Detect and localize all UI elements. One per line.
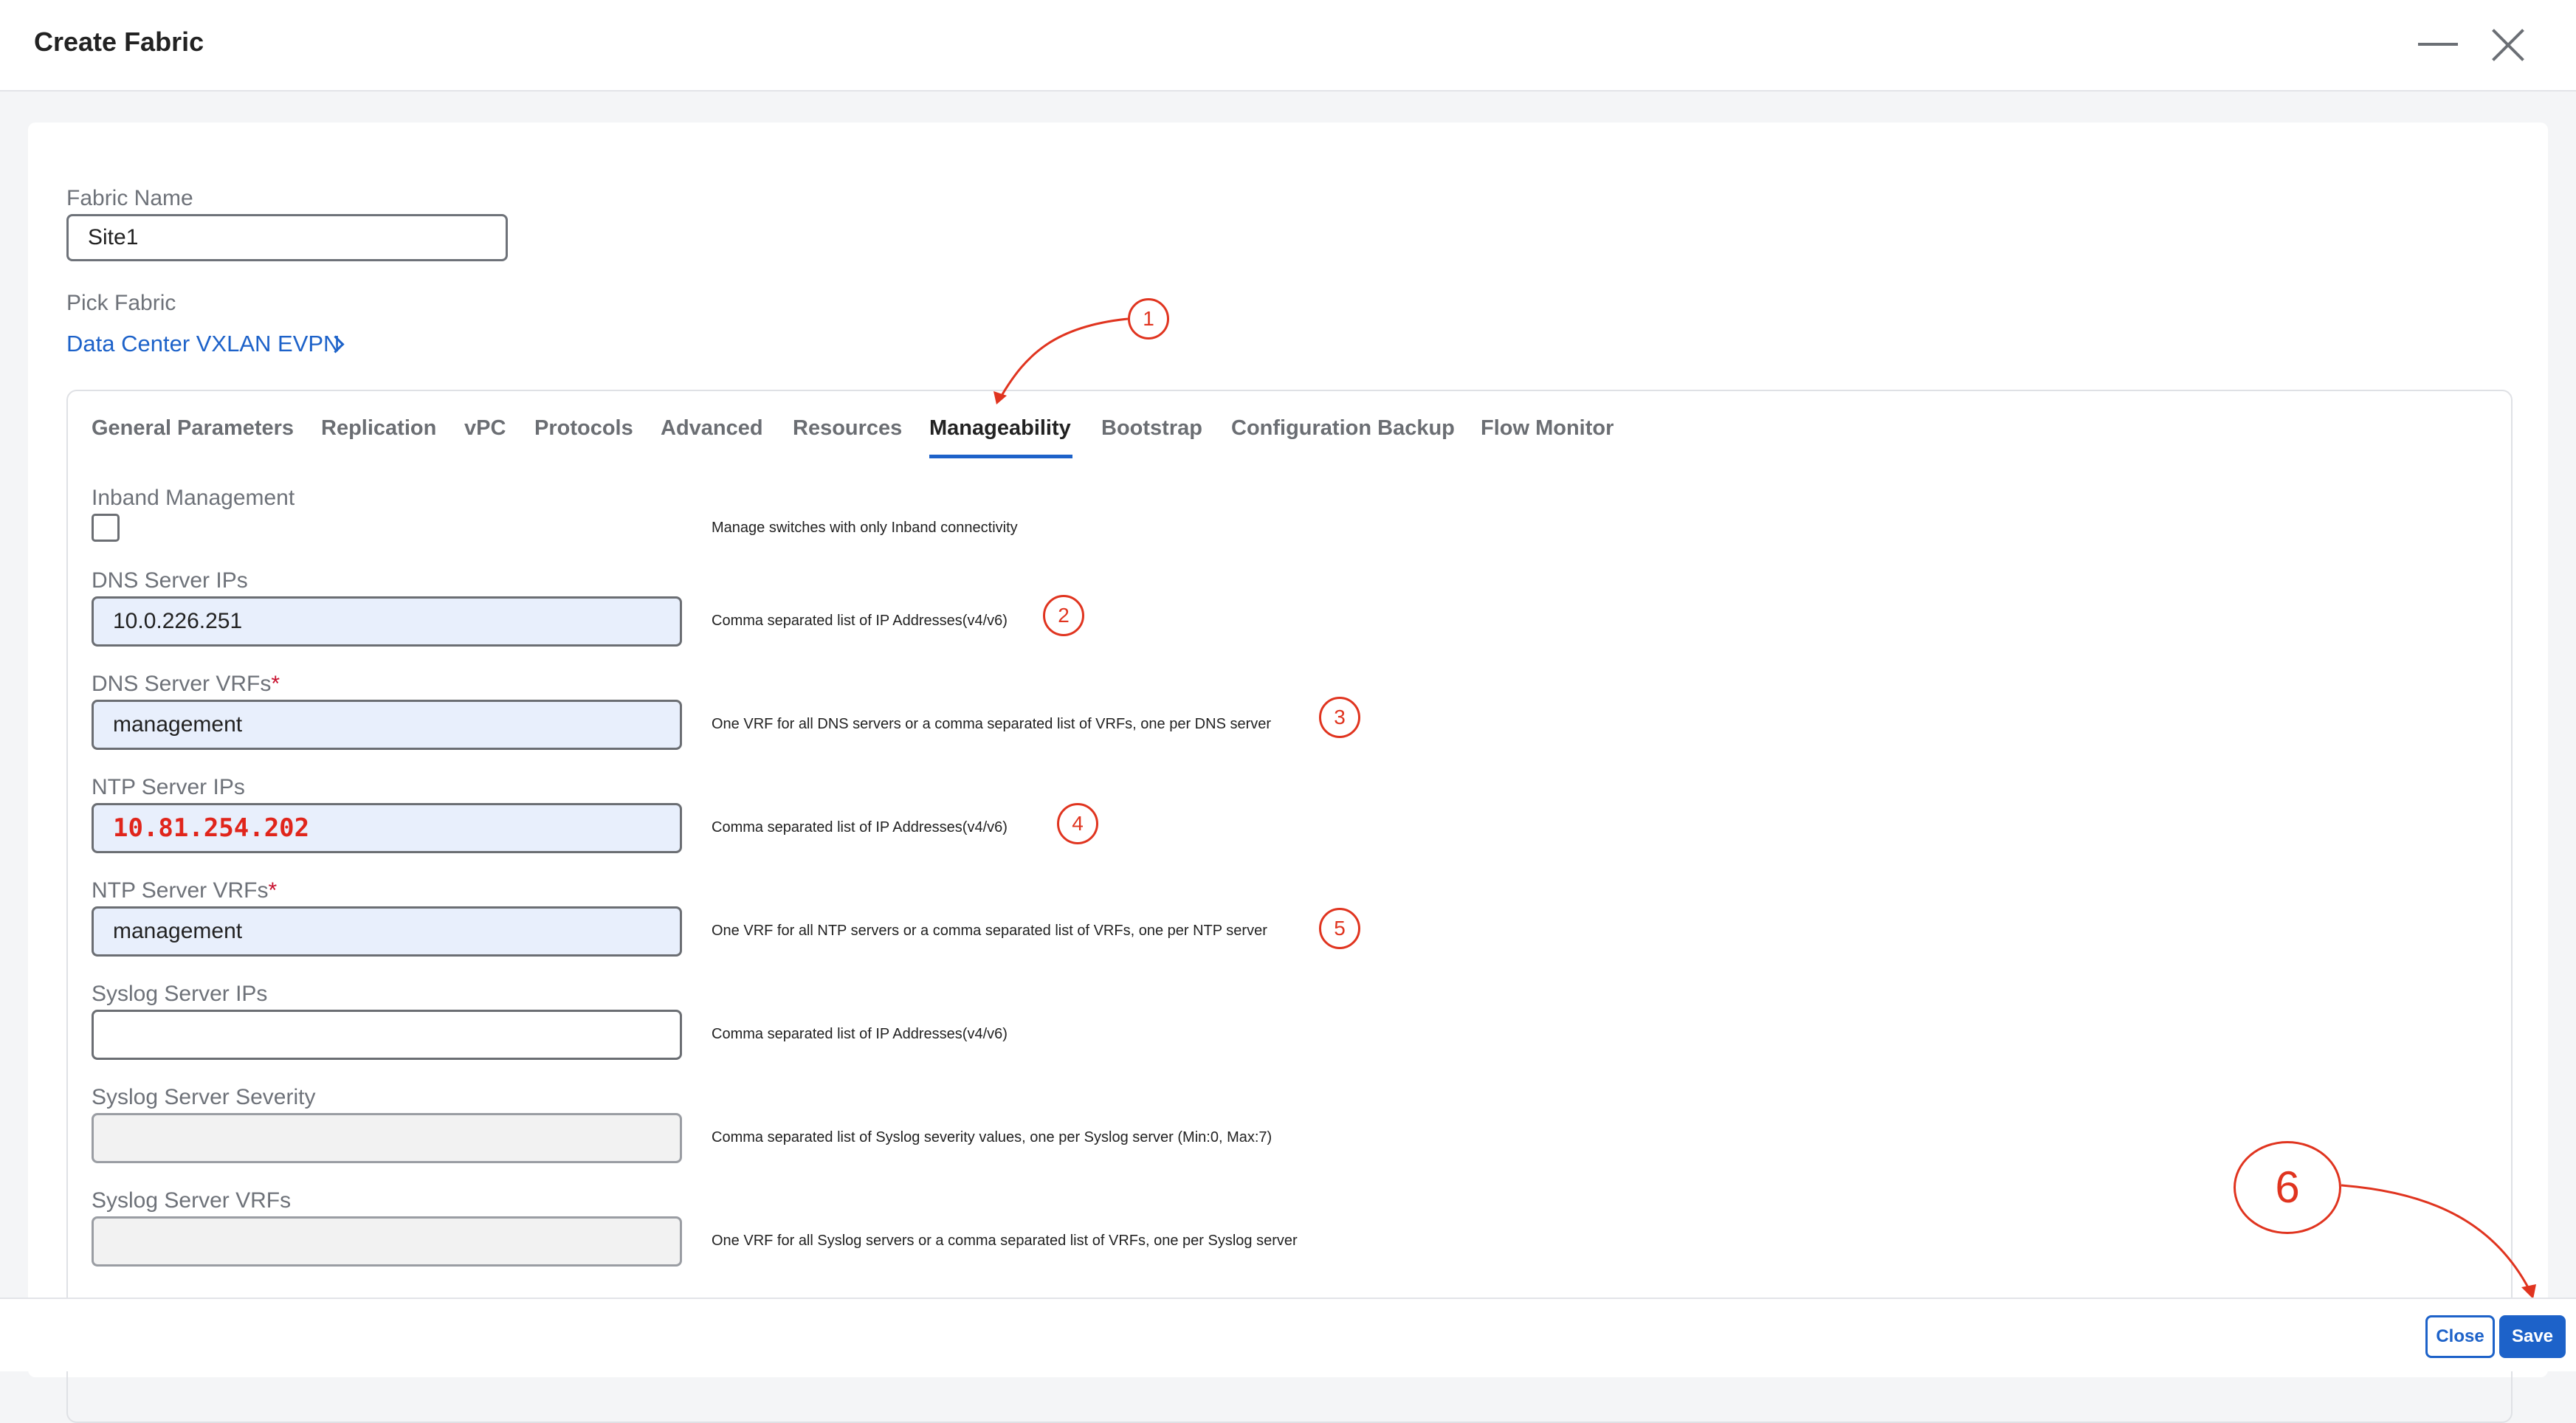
- pick-fabric-link[interactable]: Data Center VXLAN EVPN: [66, 331, 340, 357]
- save-button[interactable]: Save: [2499, 1315, 2566, 1358]
- ntp-server-vrfs-label: NTP Server VRFs*: [92, 878, 278, 903]
- tab-advanced[interactable]: Advanced: [661, 416, 763, 441]
- tab-replication[interactable]: Replication: [321, 416, 436, 441]
- annotation-badge: 3: [1319, 697, 1360, 738]
- pick-fabric-label: Pick Fabric: [66, 291, 176, 315]
- syslog-server-severity-input[interactable]: [92, 1113, 682, 1163]
- dialog-footer: [0, 1298, 2576, 1371]
- tab-manageability[interactable]: Manageability: [929, 416, 1071, 441]
- syslog-server-ips-label: Syslog Server IPs: [92, 982, 268, 1006]
- tab-vpc[interactable]: vPC: [464, 416, 506, 441]
- ntp-server-ips-label: NTP Server IPs: [92, 775, 245, 799]
- fabric-name-label: Fabric Name: [66, 186, 193, 210]
- dns-server-ips-label: DNS Server IPs: [92, 568, 248, 593]
- required-asterisk: *: [271, 672, 280, 696]
- annotation-badge: 1: [1128, 298, 1169, 340]
- dns-server-vrfs-input[interactable]: management: [92, 700, 682, 750]
- syslog-server-severity-label: Syslog Server Severity: [92, 1085, 316, 1109]
- inband-management-checkbox[interactable]: [92, 514, 120, 542]
- syslog-server-vrfs-label: Syslog Server VRFs: [92, 1188, 292, 1213]
- tab-configuration-backup[interactable]: Configuration Backup: [1231, 416, 1455, 441]
- inband-management-help: Manage switches with only Inband connect…: [712, 520, 1018, 536]
- dns-server-vrfs-help: One VRF for all DNS servers or a comma s…: [712, 716, 1272, 732]
- ntp-server-vrfs-input[interactable]: management: [92, 906, 682, 957]
- tab-resources[interactable]: Resources: [793, 416, 902, 441]
- inband-management-label: Inband Management: [92, 486, 295, 510]
- dns-server-vrfs-label: DNS Server VRFs*: [92, 672, 280, 696]
- dialog-title: Create Fabric: [34, 27, 204, 57]
- syslog-server-severity-help: Comma separated list of Syslog severity …: [712, 1129, 1272, 1145]
- active-tab-indicator: [929, 455, 1072, 458]
- minimize-icon[interactable]: [2418, 43, 2458, 46]
- dialog-header: Create Fabric: [0, 0, 2576, 92]
- ntp-server-ips-input[interactable]: 10.81.254.202: [92, 803, 682, 853]
- tab-protocols[interactable]: Protocols: [534, 416, 633, 441]
- syslog-server-vrfs-help: One VRF for all Syslog servers or a comm…: [712, 1233, 1298, 1249]
- dns-server-ips-input[interactable]: 10.0.226.251: [92, 596, 682, 647]
- close-icon[interactable]: [2491, 28, 2525, 62]
- annotation-badge: 4: [1057, 803, 1098, 844]
- ntp-server-vrfs-help: One VRF for all NTP servers or a comma s…: [712, 923, 1267, 939]
- annotation-badge: 5: [1319, 908, 1360, 949]
- close-button[interactable]: Close: [2425, 1315, 2495, 1358]
- annotation-badge: 2: [1043, 595, 1084, 636]
- syslog-server-ips-help: Comma separated list of IP Addresses(v4/…: [712, 1026, 1008, 1042]
- tab-flow-monitor[interactable]: Flow Monitor: [1481, 416, 1614, 441]
- ntp-server-ips-help: Comma separated list of IP Addresses(v4/…: [712, 819, 1008, 835]
- required-asterisk: *: [268, 878, 278, 903]
- fabric-name-input[interactable]: Site1: [66, 214, 508, 261]
- tab-general-parameters[interactable]: General Parameters: [92, 416, 294, 441]
- annotation-badge: 6: [2234, 1141, 2341, 1234]
- syslog-server-ips-input[interactable]: [92, 1010, 682, 1060]
- dns-server-ips-help: Comma separated list of IP Addresses(v4/…: [712, 613, 1008, 629]
- syslog-server-vrfs-input[interactable]: [92, 1216, 682, 1267]
- tab-bootstrap[interactable]: Bootstrap: [1101, 416, 1202, 441]
